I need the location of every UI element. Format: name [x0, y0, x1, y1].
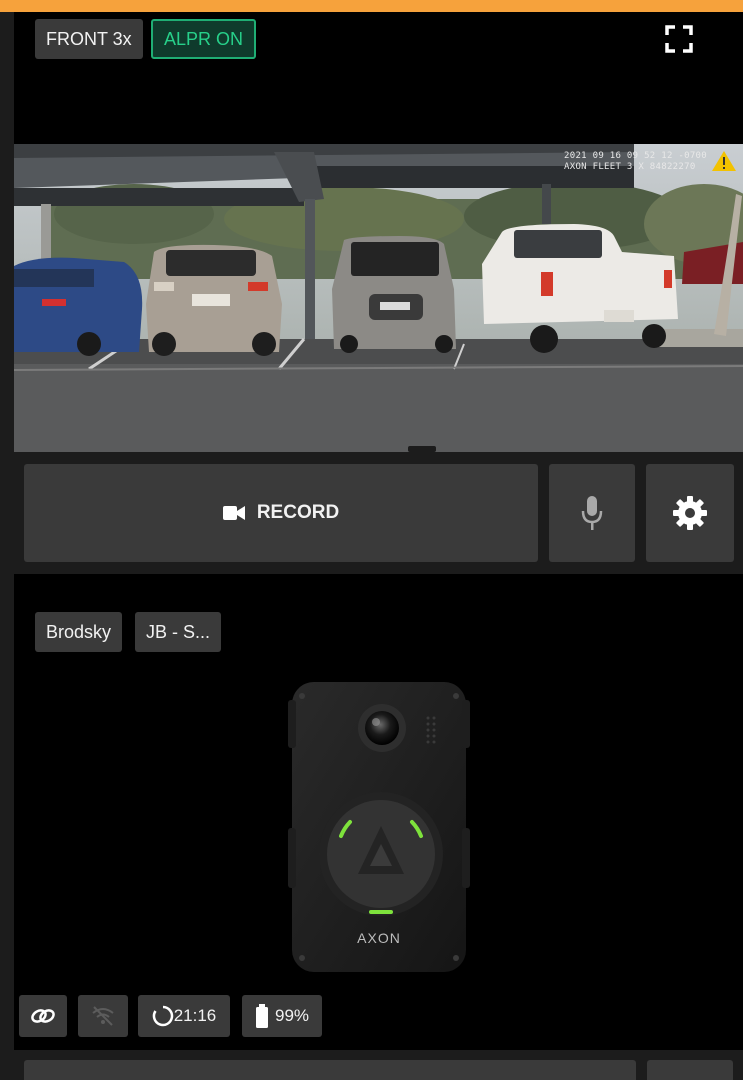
- battery-status-chip[interactable]: 99%: [242, 995, 322, 1037]
- parking-lot-scene: [14, 144, 743, 452]
- bottom-main-button[interactable]: [24, 1060, 636, 1080]
- wifi-off-icon: [92, 1006, 114, 1026]
- battery-icon: [255, 1004, 268, 1028]
- link-status-chip[interactable]: [19, 995, 67, 1037]
- alpr-status-chip[interactable]: ALPR ON: [151, 19, 257, 59]
- link-icon: [31, 1009, 55, 1023]
- settings-button[interactable]: [646, 464, 734, 562]
- timer-value: 21:16: [173, 1006, 217, 1025]
- camera-feed[interactable]: 2021 09 16 09 52 12 -0700 AXON FLEET 3 X…: [14, 144, 743, 452]
- overlay-device-id: AXON FLEET 3 X 84822270: [564, 162, 696, 172]
- camera-select-chip[interactable]: FRONT 3x: [35, 19, 143, 59]
- fullscreen-icon[interactable]: [664, 24, 694, 54]
- warning-icon: [712, 151, 736, 171]
- gear-icon: [673, 496, 707, 530]
- device-brand-label: AXON: [357, 930, 401, 946]
- wifi-status-chip[interactable]: [78, 995, 128, 1037]
- camera-overlay-text: 2021 09 16 09 52 12 -0700 AXON FLEET 3 X…: [564, 151, 707, 173]
- officer-tag-chip[interactable]: Brodsky: [35, 612, 123, 652]
- battery-value: 99%: [274, 1006, 310, 1025]
- bottom-side-button[interactable]: [647, 1060, 733, 1080]
- unit-tag-chip[interactable]: JB - S...: [135, 612, 222, 652]
- overlay-timestamp: 2021 09 16 09 52 12 -0700: [564, 151, 707, 161]
- bottom-control-bar: [14, 1050, 743, 1080]
- microphone-icon: [581, 496, 603, 530]
- timer-icon: [152, 1005, 173, 1027]
- left-rail: [0, 12, 14, 1080]
- microphone-button[interactable]: [549, 464, 635, 562]
- video-camera-icon: [222, 506, 245, 520]
- record-label: RECORD: [256, 502, 340, 523]
- record-button[interactable]: RECORD: [24, 464, 538, 562]
- timer-status-chip[interactable]: 21:16: [138, 995, 230, 1037]
- control-bar: RECORD: [14, 452, 743, 574]
- top-accent-strip: [0, 0, 743, 12]
